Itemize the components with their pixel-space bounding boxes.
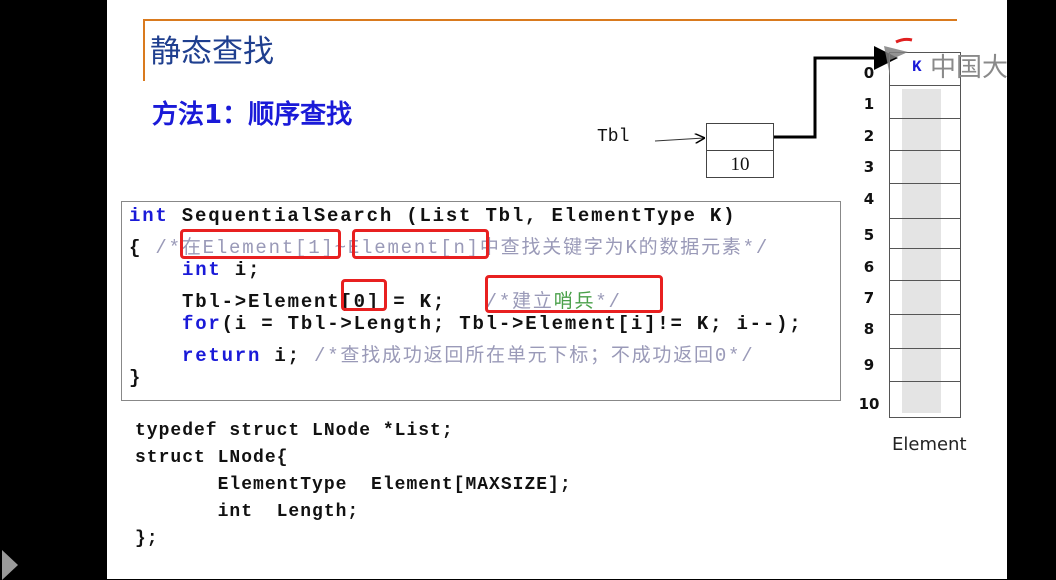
- logo-icon: [884, 37, 913, 76]
- array-index: 9: [863, 356, 875, 374]
- row-divider: [890, 118, 960, 119]
- row-divider: [890, 183, 960, 184]
- array-index: 4: [863, 190, 875, 208]
- tbl-pointer-arrow: [654, 138, 704, 141]
- array-fill: [902, 89, 941, 413]
- array-index: 3: [863, 158, 875, 176]
- array-index: 7: [863, 289, 875, 307]
- row-divider: [890, 381, 960, 382]
- row-divider: [890, 314, 960, 315]
- logo-watermark: 中国大: [930, 53, 1009, 83]
- play-icon[interactable]: [2, 550, 18, 580]
- array-index: 1: [863, 95, 875, 113]
- row-divider: [890, 218, 960, 219]
- array-index: 5: [863, 226, 875, 244]
- row-divider: [890, 348, 960, 349]
- row-divider: [890, 150, 960, 151]
- row-divider: [890, 248, 960, 249]
- array-index: 6: [863, 258, 875, 276]
- row-divider: [890, 280, 960, 281]
- array-index: 8: [863, 320, 875, 338]
- array-label: Element: [892, 434, 967, 455]
- row-divider: [890, 85, 960, 86]
- array-index: 10: [858, 395, 880, 413]
- array-index: 2: [863, 127, 875, 145]
- element-array: [889, 52, 961, 418]
